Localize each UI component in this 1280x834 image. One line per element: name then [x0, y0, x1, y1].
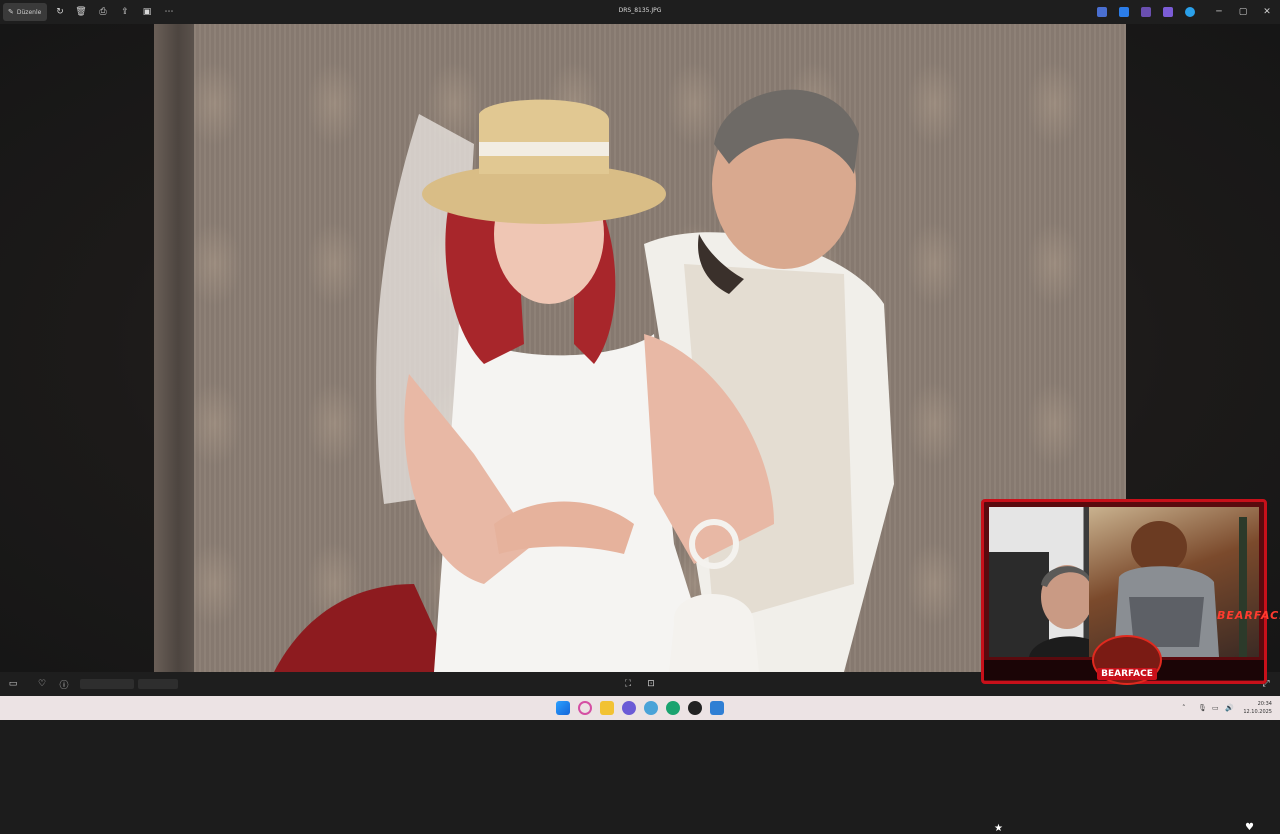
cloud-icon[interactable] — [1185, 7, 1195, 17]
fit-to-window-icon[interactable]: ⛶ — [621, 677, 635, 691]
bear-artwork: BEARFACE — [1089, 507, 1280, 657]
title-bar: ✎ Düzenle ↻ 🗑 ⎙ ⇪ ▣ ⋯ DRS_8135.JPG ─ ▢ ✕ — [0, 0, 1280, 24]
monitor-icon[interactable]: ▭ — [1212, 704, 1219, 712]
webcam-overlay: BEARFACE ★ ♥ BEARFACE — [981, 499, 1280, 834]
close-icon[interactable]: ✕ — [1260, 5, 1274, 19]
app-icon-2[interactable] — [1119, 7, 1129, 17]
tray-chevron-icon[interactable]: ˄ — [1182, 704, 1186, 712]
discord-icon[interactable] — [622, 701, 636, 715]
actual-size-icon[interactable]: ⊡ — [644, 677, 658, 691]
maximize-icon[interactable]: ▢ — [1236, 5, 1250, 19]
app-icon-4[interactable] — [1163, 7, 1173, 17]
start-icon[interactable] — [556, 701, 570, 715]
bearface-logo: BEARFACE — [1092, 635, 1162, 685]
zoom-slider-track[interactable] — [80, 679, 134, 689]
star-icon: ★ — [994, 823, 1003, 834]
bearface-logo-text: BEARFACE — [1097, 668, 1157, 680]
obs-icon[interactable] — [688, 701, 702, 715]
clock-date[interactable]: 12.10.2025 — [1236, 709, 1272, 715]
clock-time[interactable]: 20:34 — [1240, 701, 1272, 707]
info-icon[interactable]: ⓘ — [57, 677, 71, 691]
zoom-level-box[interactable] — [138, 679, 178, 689]
windows-taskbar: ˄ 🎙 ▭ 🔊 20:34 12.10.2025 — [0, 696, 1280, 720]
webcam-brand-text: BEARFACE — [1217, 609, 1280, 622]
photos-icon[interactable] — [710, 701, 724, 715]
bear-illustration — [1114, 517, 1247, 657]
window-title: DRS_8135.JPG — [618, 7, 662, 14]
filmstrip-icon[interactable]: ▭ — [6, 677, 20, 691]
app-icon-1[interactable] — [1097, 7, 1107, 17]
minimize-icon[interactable]: ─ — [1212, 5, 1226, 19]
edge-icon[interactable] — [666, 701, 680, 715]
photos-app-window: ✎ Düzenle ↻ 🗑 ⎙ ⇪ ▣ ⋯ DRS_8135.JPG ─ ▢ ✕ — [0, 0, 1280, 834]
file-explorer-icon[interactable] — [600, 701, 614, 715]
microphone-icon[interactable]: 🎙 — [1198, 704, 1207, 712]
copilot-icon[interactable] — [578, 701, 592, 715]
favorite-icon[interactable]: ♡ — [35, 677, 49, 691]
volume-icon[interactable]: 🔊 — [1225, 704, 1234, 712]
heart-icon: ♥ — [1245, 822, 1254, 833]
streamer-figure — [989, 552, 1089, 657]
browser-icon[interactable] — [644, 701, 658, 715]
app-icon-3[interactable] — [1141, 7, 1151, 17]
